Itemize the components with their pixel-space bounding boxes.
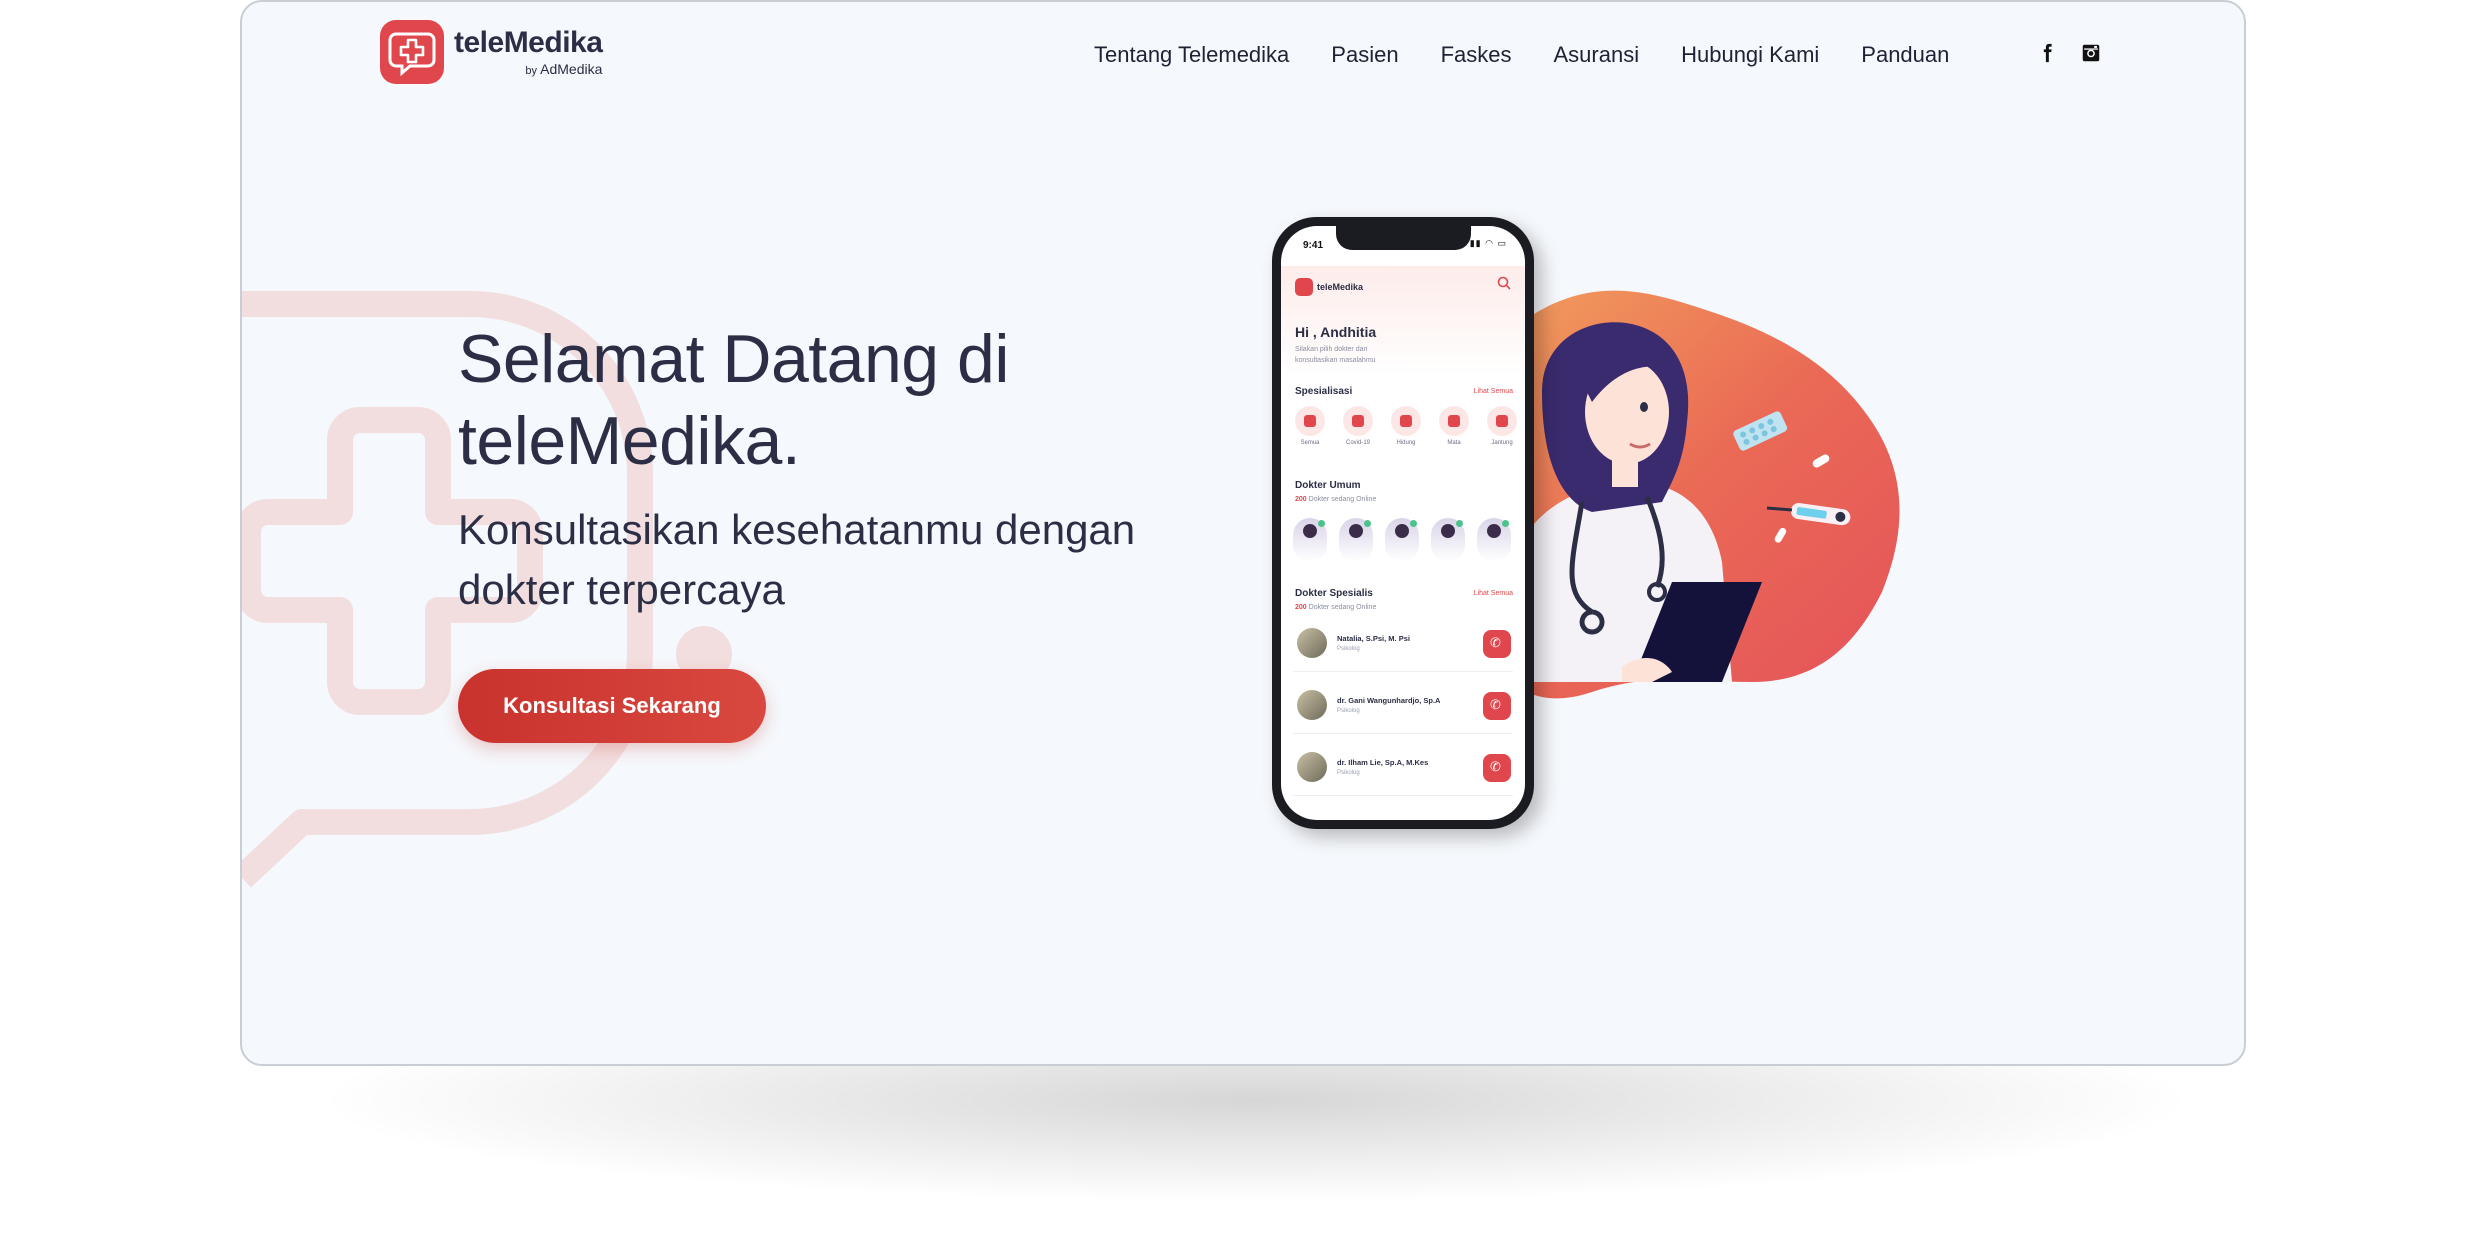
doctor-avatar[interactable] [1293, 518, 1327, 562]
hero-subtitle-line2: dokter terpercaya [458, 566, 785, 613]
app-hero: teleMedika Hi , Andhitia Silakan pilih d… [1281, 266, 1525, 376]
app-name: teleMedika [1317, 282, 1364, 292]
telemedika-logo-icon [380, 20, 444, 84]
site-header: teleMedika by AdMedika Tentang Telemedik… [242, 2, 2244, 112]
doctor-avatar[interactable] [1339, 518, 1373, 562]
doctor-avatar[interactable] [1385, 518, 1419, 562]
phone-screen: 9:41 ▮▮ ◠ ▭ teleMedika Hi , Andhitia Sil… [1281, 226, 1525, 820]
call-icon[interactable] [1483, 630, 1511, 658]
specialist-role: Psikolog [1337, 646, 1360, 652]
app-category[interactable]: Covid-19 [1341, 406, 1375, 446]
specialist-name: dr. Ilham Lie, Sp.A, M.Kes [1337, 758, 1429, 767]
category-icon [1487, 406, 1517, 436]
hero-title-line1: Selamat Datang di [458, 321, 1009, 397]
category-icon [1439, 406, 1469, 436]
brand-name: teleMedika [454, 25, 603, 59]
app-category[interactable]: Hidung [1389, 406, 1423, 446]
main-nav: Tentang Telemedika Pasien Faskes Asurans… [1094, 42, 1949, 68]
facebook-icon[interactable] [2036, 42, 2058, 64]
doctor-avatar[interactable] [1431, 518, 1465, 562]
app-general-doctor-list [1293, 518, 1511, 562]
app-logo-icon [1295, 278, 1313, 296]
app-general-doctors-title: Dokter Umum [1295, 480, 1361, 491]
app-category[interactable]: Mata [1437, 406, 1471, 446]
nav-tentang-telemedika[interactable]: Tentang Telemedika [1094, 42, 1289, 68]
call-icon[interactable] [1483, 754, 1511, 782]
hero-title: Selamat Datang di teleMedika. [458, 318, 1218, 482]
specialist-row[interactable]: Natalia, S.Psi, M. Psi Psikolog [1293, 620, 1513, 672]
specialist-name: Natalia, S.Psi, M. Psi [1337, 634, 1410, 643]
general-online-count: 200 [1295, 496, 1307, 503]
category-icon [1295, 406, 1325, 436]
category-label: Semua [1300, 440, 1320, 446]
brand-by: by [525, 64, 538, 77]
app-greeting: Hi , Andhitia [1295, 324, 1377, 340]
specialist-role: Psikolog [1337, 770, 1360, 776]
phone-mockup: 9:41 ▮▮ ◠ ▭ teleMedika Hi , Andhitia Sil… [1272, 217, 1534, 829]
instagram-icon[interactable] [2080, 42, 2102, 64]
specialist-avatar [1297, 628, 1327, 658]
call-icon[interactable] [1483, 692, 1511, 720]
app-logo: teleMedika [1295, 278, 1363, 296]
consult-now-button[interactable]: Konsultasi Sekarang [458, 669, 766, 743]
general-online-text: Dokter sedang Online [1308, 496, 1377, 503]
nav-panduan[interactable]: Panduan [1861, 42, 1949, 68]
specialist-avatar [1297, 690, 1327, 720]
app-greeting-sub: Silakan pilih dokter dan konsultasikan m… [1295, 346, 1376, 364]
category-label: Hidung [1396, 440, 1416, 446]
app-general-online: 200 Dokter sedang Online [1295, 496, 1376, 503]
app-specialist-title: Dokter Spesialis [1295, 588, 1373, 599]
specialist-role: Psikolog [1337, 708, 1360, 714]
brand-owner: AdMedika [540, 60, 603, 77]
app-spesialisasi-title: Spesialisasi [1295, 386, 1353, 397]
category-label: Mata [1447, 440, 1461, 446]
specialist-online-count: 200 [1295, 604, 1307, 611]
nav-asuransi[interactable]: Asuransi [1554, 42, 1640, 68]
specialist-row[interactable]: dr. Ilham Lie, Sp.A, M.Kes Psikolog [1293, 744, 1513, 796]
brand-logo[interactable]: teleMedika by AdMedika [380, 20, 603, 84]
specialist-avatar [1297, 752, 1327, 782]
hero-subtitle-line1: Konsultasikan kesehatanmu dengan [458, 506, 1136, 553]
app-search-icon[interactable] [1497, 276, 1511, 290]
hero-section: Selamat Datang di teleMedika. Konsultasi… [458, 318, 1218, 620]
app-see-all-link-2[interactable]: Lihat Semua [1474, 590, 1513, 597]
app-specialist-online: 200 Dokter sedang Online [1295, 604, 1376, 611]
phone-status-icons: ▮▮ ◠ ▭ [1469, 238, 1507, 248]
browser-frame: teleMedika by AdMedika Tentang Telemedik… [240, 0, 2246, 1066]
category-icon [1391, 406, 1421, 436]
category-icon [1343, 406, 1373, 436]
nav-hubungi-kami[interactable]: Hubungi Kami [1681, 42, 1819, 68]
hero-subtitle: Konsultasikan kesehatanmu dengan dokter … [458, 500, 1218, 620]
category-label: Covid-19 [1345, 440, 1370, 446]
specialist-row[interactable]: dr. Gani Wangunhardjo, Sp.A Psikolog [1293, 682, 1513, 734]
phone-time: 9:41 [1303, 240, 1324, 251]
nav-pasien[interactable]: Pasien [1331, 42, 1398, 68]
app-category[interactable]: Jantung [1485, 406, 1519, 446]
specialist-name: dr. Gani Wangunhardjo, Sp.A [1337, 696, 1441, 705]
nav-faskes[interactable]: Faskes [1441, 42, 1512, 68]
app-see-all-link-1[interactable]: Lihat Semua [1474, 388, 1513, 395]
doctor-avatar[interactable] [1477, 518, 1511, 562]
app-category-list: Semua Covid-19 Hidung Mata Jantung [1293, 406, 1519, 446]
specialist-online-text: Dokter sedang Online [1308, 604, 1377, 611]
phone-notch [1336, 226, 1471, 250]
app-category[interactable]: Semua [1293, 406, 1327, 446]
social-links [2036, 42, 2102, 64]
category-label: Jantung [1491, 440, 1513, 446]
hero-title-line2: teleMedika. [458, 403, 801, 479]
